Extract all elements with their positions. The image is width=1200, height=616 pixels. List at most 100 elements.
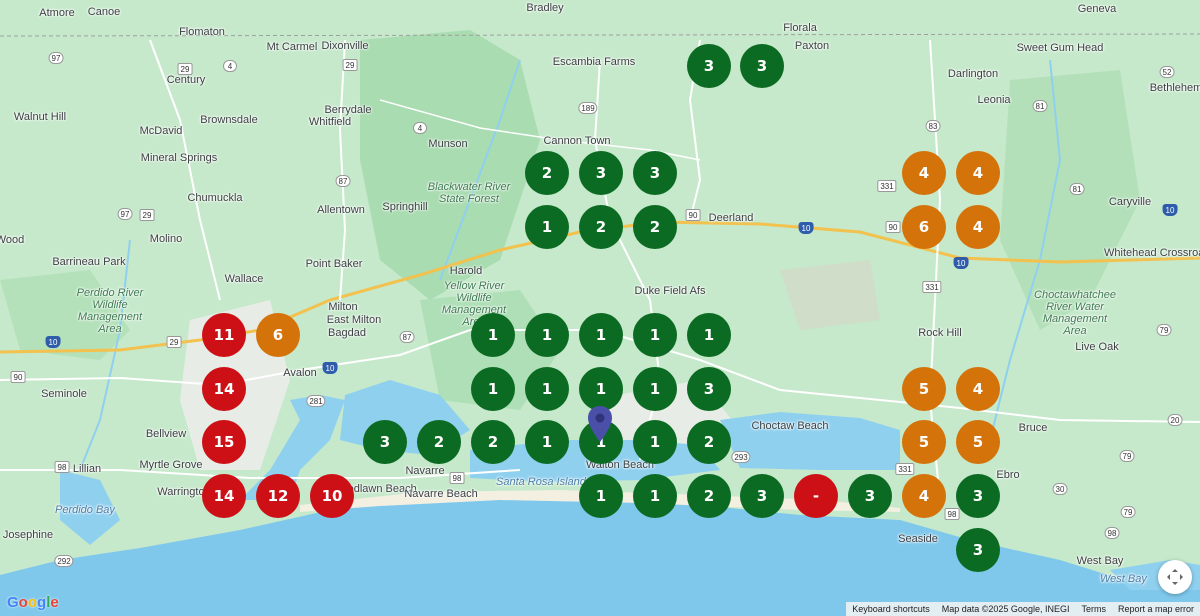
cluster-marker[interactable]: 1 [579, 313, 623, 357]
cluster-marker[interactable]: 14 [202, 367, 246, 411]
cluster-marker[interactable]: 3 [740, 474, 784, 518]
place-label: Point Baker [305, 258, 363, 270]
place-label: Mineral Springs [140, 152, 218, 164]
place-label: McDavid [139, 125, 183, 137]
cluster-marker[interactable]: 1 [579, 474, 623, 518]
cluster-marker[interactable]: 4 [956, 367, 1000, 411]
cluster-marker[interactable]: 3 [687, 367, 731, 411]
road-shield: 331 [877, 180, 897, 192]
cluster-marker[interactable]: 4 [902, 151, 946, 195]
place-label: East Milton [326, 314, 382, 326]
cluster-marker[interactable]: 1 [525, 205, 569, 249]
road-shield: 83 [925, 120, 941, 132]
place-label: Springhill [382, 201, 428, 213]
road-shield: 29 [139, 209, 155, 221]
cluster-marker[interactable]: 6 [902, 205, 946, 249]
cluster-marker[interactable]: 1 [525, 420, 569, 464]
cluster-marker[interactable]: 3 [579, 151, 623, 195]
cluster-marker[interactable]: 1 [633, 367, 677, 411]
map-canvas[interactable]: Atmore Canoe Bradley Florala Geneva Flomaton M… [0, 0, 1200, 616]
road-shield: 98 [54, 461, 70, 473]
place-label: Deerland [708, 212, 754, 224]
place-label: Santa Rosa Island [496, 476, 586, 488]
road-shield: 79 [1120, 506, 1136, 518]
map-attribution-bar: Keyboard shortcuts Map data ©2025 Google… [846, 602, 1200, 616]
cluster-marker[interactable]: 15 [202, 420, 246, 464]
cluster-marker[interactable]: 2 [471, 420, 515, 464]
place-label: Whitehead Crossroads [1104, 247, 1200, 259]
cluster-marker[interactable]: 3 [848, 474, 892, 518]
cluster-marker[interactable]: 2 [687, 474, 731, 518]
place-label: Brownsdale [200, 114, 258, 126]
cluster-marker[interactable]: - [794, 474, 838, 518]
cluster-marker[interactable]: 4 [902, 474, 946, 518]
place-label: Blackwater River State Forest [427, 181, 511, 205]
place-label: Leonia [977, 94, 1011, 106]
place-label: Bruce [1018, 422, 1048, 434]
cluster-marker[interactable]: 1 [471, 367, 515, 411]
keyboard-shortcuts-link[interactable]: Keyboard shortcuts [846, 602, 936, 616]
cluster-marker[interactable]: 14 [202, 474, 246, 518]
cluster-marker[interactable]: 10 [310, 474, 354, 518]
terms-link[interactable]: Terms [1075, 602, 1112, 616]
place-label: Myrtle Grove [139, 459, 203, 471]
cluster-marker[interactable]: 2 [417, 420, 461, 464]
cluster-marker[interactable]: 1 [687, 313, 731, 357]
road-shield: 29 [177, 63, 193, 75]
cluster-marker[interactable]: 5 [902, 367, 946, 411]
cluster-marker[interactable]: 12 [256, 474, 300, 518]
place-label: Whitfield [308, 116, 352, 128]
cluster-marker[interactable]: 5 [956, 420, 1000, 464]
road-shield: 4 [413, 122, 427, 134]
cluster-marker[interactable]: 4 [956, 151, 1000, 195]
place-label: Canoe [87, 6, 121, 18]
cluster-marker[interactable]: 1 [633, 474, 677, 518]
cluster-marker[interactable]: 3 [633, 151, 677, 195]
road-shield: 87 [335, 175, 351, 187]
road-shield: 79 [1156, 324, 1172, 336]
cluster-marker[interactable]: 1 [633, 313, 677, 357]
cluster-marker[interactable]: 3 [740, 44, 784, 88]
cluster-marker[interactable]: 1 [471, 313, 515, 357]
cluster-marker[interactable]: 6 [256, 313, 300, 357]
place-label: Walnut Hill [13, 111, 67, 123]
road-shield: 10 [798, 222, 814, 234]
report-map-error-link[interactable]: Report a map error [1112, 602, 1200, 616]
road-shield: 20 [1167, 414, 1183, 426]
road-shield: 293 [731, 451, 751, 463]
location-pin-icon[interactable] [588, 406, 612, 442]
cluster-marker[interactable]: 1 [579, 367, 623, 411]
road-shield: 292 [54, 555, 74, 567]
map-data-text: Map data ©2025 Google, INEGI [941, 604, 1070, 614]
road-shield: 52 [1159, 66, 1175, 78]
place-label: Josephine [2, 529, 54, 541]
cluster-marker[interactable]: 3 [956, 474, 1000, 518]
road-shield: 281 [306, 395, 326, 407]
cluster-marker[interactable]: 2 [687, 420, 731, 464]
cluster-marker[interactable]: 1 [525, 313, 569, 357]
basemap [0, 0, 1200, 616]
road-shield: 98 [944, 508, 960, 520]
cluster-marker[interactable]: 11 [202, 313, 246, 357]
cluster-marker[interactable]: 3 [363, 420, 407, 464]
road-shield: 10 [1162, 204, 1178, 216]
cluster-marker[interactable]: 3 [956, 528, 1000, 572]
cluster-marker[interactable]: 2 [579, 205, 623, 249]
cluster-marker[interactable]: 2 [525, 151, 569, 195]
road-shield: 90 [685, 209, 701, 221]
road-shield: 98 [449, 472, 465, 484]
cluster-marker[interactable]: 1 [633, 420, 677, 464]
cluster-marker[interactable]: 3 [687, 44, 731, 88]
place-label: Perdido Bay [55, 504, 115, 516]
cluster-marker[interactable]: 2 [633, 205, 677, 249]
place-label: Perdido River Wildlife Management Area [76, 287, 144, 335]
place-label: Mt Carmel [266, 41, 318, 53]
camera-control-button[interactable] [1158, 560, 1192, 594]
place-label: Flomaton [179, 26, 225, 38]
road-shield: 10 [45, 336, 61, 348]
place-label: Darlington [947, 68, 999, 80]
place-label: Allentown [317, 204, 365, 216]
cluster-marker[interactable]: 4 [956, 205, 1000, 249]
cluster-marker[interactable]: 5 [902, 420, 946, 464]
cluster-marker[interactable]: 1 [525, 367, 569, 411]
